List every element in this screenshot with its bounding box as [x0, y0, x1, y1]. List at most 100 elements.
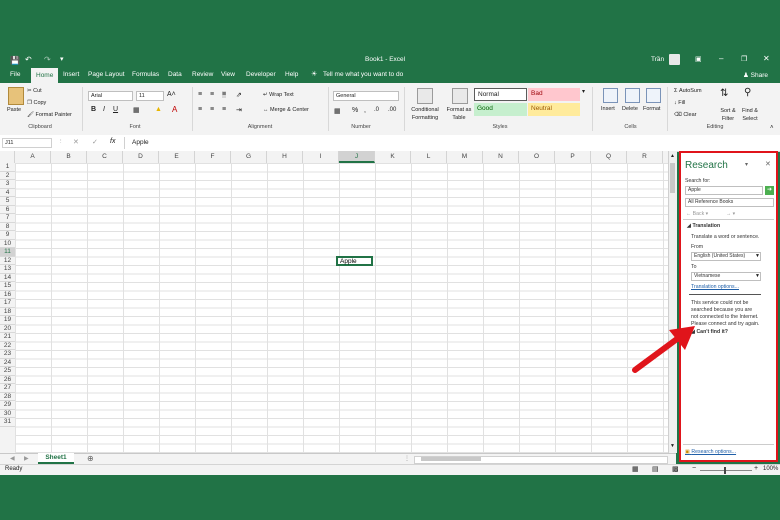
sort-filter-icon[interactable]: ⇅ [720, 88, 728, 99]
column-header[interactable]: K [375, 151, 411, 163]
research-options-link[interactable]: ▣ Research options... [685, 449, 736, 455]
to-language-select[interactable]: Vietnamese [691, 272, 761, 281]
enter-icon[interactable]: ✓ [92, 138, 98, 146]
number-format-select[interactable]: General [333, 91, 399, 101]
close-icon[interactable]: ✕ [763, 54, 770, 63]
translation-options-link[interactable]: Translation options... [691, 284, 739, 290]
tab-developer[interactable]: Developer [246, 71, 276, 78]
align-right-icon[interactable]: ≡ [222, 106, 226, 113]
delete-cells-icon[interactable] [625, 88, 640, 103]
row-header[interactable]: 8 [0, 223, 15, 231]
row-header[interactable]: 5 [0, 197, 15, 206]
format-cells-button[interactable]: Format [643, 106, 660, 112]
style-good[interactable]: Good [474, 103, 527, 116]
format-painter-button[interactable]: 🖌 Format Painter [27, 112, 72, 118]
page-break-view-icon[interactable]: ▩ [672, 465, 679, 473]
row-header[interactable]: 29 [0, 401, 15, 410]
pane-options-icon[interactable]: ▾ [745, 161, 748, 168]
column-header[interactable]: N [483, 151, 519, 163]
forward-button[interactable]: → ▾ [726, 211, 735, 217]
merge-center-button[interactable]: ↔ Merge & Center [263, 107, 309, 113]
format-cells-icon[interactable] [646, 88, 661, 103]
conditional-formatting-icon[interactable] [417, 88, 433, 104]
row-header[interactable]: 23 [0, 350, 15, 359]
row-header[interactable]: 12 [0, 257, 15, 265]
row-header[interactable]: 14 [0, 274, 15, 282]
row-header[interactable]: 26 [0, 376, 15, 384]
vertical-scrollbar[interactable]: ▲ ▼ [668, 151, 677, 453]
column-header[interactable]: O [519, 151, 555, 163]
row-header[interactable]: 27 [0, 384, 15, 393]
column-header[interactable]: I [303, 151, 339, 163]
styles-more-icon[interactable]: ▾ [582, 88, 585, 95]
restore-icon[interactable]: ❐ [741, 55, 747, 63]
ribbon-display-icon[interactable]: ▣ [695, 55, 702, 63]
row-header[interactable]: 21 [0, 333, 15, 342]
zoom-in-icon[interactable]: + [754, 465, 758, 472]
row-header[interactable]: 25 [0, 367, 15, 376]
add-sheet-icon[interactable]: ⊕ [87, 454, 94, 463]
column-header[interactable]: Q [591, 151, 627, 163]
tab-home[interactable]: Home [31, 68, 59, 83]
row-header[interactable]: 9 [0, 231, 15, 240]
format-as-table-icon[interactable] [452, 88, 468, 104]
normal-view-icon[interactable]: ▦ [632, 465, 639, 473]
paste-icon[interactable] [8, 87, 24, 105]
borders-icon[interactable]: ▦ [133, 106, 140, 114]
middle-align-icon[interactable]: ≡ [210, 91, 214, 98]
column-header[interactable]: F [195, 151, 231, 163]
decrease-decimal-icon[interactable]: .00 [388, 107, 396, 113]
percent-icon[interactable]: % [352, 107, 358, 114]
paste-button[interactable]: Paste [7, 107, 21, 113]
scroll-up-icon[interactable]: ▲ [670, 153, 675, 159]
insert-function-icon[interactable]: fx [110, 138, 115, 145]
tab-review[interactable]: Review [192, 71, 213, 78]
bold-button[interactable]: B [91, 106, 96, 113]
currency-icon[interactable]: ▦ [334, 107, 341, 115]
row-header[interactable]: 1 [0, 163, 15, 172]
avatar[interactable] [669, 54, 680, 65]
insert-cells-icon[interactable] [603, 88, 618, 103]
underline-button[interactable]: U [113, 106, 118, 113]
format-as-table-button[interactable]: Format as Table [444, 106, 474, 122]
column-header[interactable]: E [159, 151, 195, 163]
column-header[interactable]: C [87, 151, 123, 163]
zoom-slider-thumb[interactable] [724, 467, 726, 474]
font-size-select[interactable]: 11 [136, 91, 164, 101]
orientation-icon[interactable]: ⇗ [236, 91, 242, 99]
back-button[interactable]: ← Back ▾ [686, 211, 708, 217]
row-header[interactable]: 7 [0, 214, 15, 223]
minimize-icon[interactable]: – [719, 54, 723, 63]
sort-filter-button[interactable]: Sort & Filter [717, 107, 739, 123]
row-header[interactable]: 2 [0, 172, 15, 180]
column-header[interactable]: M [447, 151, 483, 163]
row-header[interactable]: 31 [0, 418, 15, 427]
zoom-level[interactable]: 100% [763, 466, 778, 472]
align-left-icon[interactable]: ≡ [198, 106, 202, 113]
comma-style-icon[interactable]: , [364, 107, 366, 114]
active-cell-j11[interactable]: Apple [336, 256, 373, 266]
worksheet-grid[interactable]: ABCDEFGHIJKLMNOPQR 1 2 3 4 5 6 7 8 9 10 11 12 13 14 15… [0, 151, 676, 453]
cell-area[interactable]: Apple [15, 163, 668, 453]
start-search-button[interactable]: ➜ [765, 186, 774, 195]
scroll-down-icon[interactable]: ▼ [670, 443, 675, 449]
chevron-down-icon[interactable]: ▼ [755, 253, 760, 259]
from-language-select[interactable]: English (United States) [691, 252, 761, 261]
row-header[interactable]: 28 [0, 393, 15, 401]
scroll-sheets-left-icon[interactable]: ◀ [10, 455, 15, 462]
row-header[interactable]: 4 [0, 189, 15, 197]
fill-button[interactable]: ↓ Fill [674, 100, 685, 106]
scroll-sheets-right-icon[interactable]: ▶ [24, 455, 29, 462]
font-color-icon[interactable]: A [172, 105, 177, 114]
bottom-align-icon[interactable]: ≡ [222, 91, 227, 98]
column-header[interactable]: B [51, 151, 87, 163]
row-header[interactable]: 19 [0, 316, 15, 325]
tab-help[interactable]: Help [285, 71, 298, 78]
row-header[interactable]: 30 [0, 410, 15, 418]
chevron-down-icon[interactable]: ▼ [755, 273, 760, 279]
user-name[interactable]: Trần [651, 56, 664, 63]
zoom-out-icon[interactable]: − [692, 465, 696, 472]
translation-heading[interactable]: ◢ Translation [687, 223, 720, 229]
row-header[interactable]: 17 [0, 299, 15, 308]
column-header[interactable]: D [123, 151, 159, 163]
